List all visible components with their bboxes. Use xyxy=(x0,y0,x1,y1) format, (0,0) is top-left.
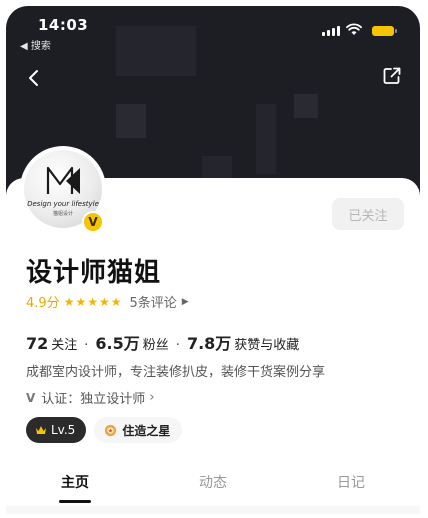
tab-diary[interactable]: 日记 xyxy=(282,468,420,508)
share-icon[interactable] xyxy=(382,66,402,86)
profile-tabs: 主页 动态 日记 xyxy=(6,468,420,508)
back-to-search-link[interactable]: ◀ 搜索 xyxy=(20,37,51,52)
star-icon: ★ xyxy=(87,294,98,309)
star-icon: ★ xyxy=(63,294,75,309)
verified-v-icon: V xyxy=(26,390,36,405)
fans-label: 粉丝 xyxy=(142,338,169,353)
avatar-logo-text: Design your lifestyle xyxy=(27,200,99,208)
status-time: 14:03 xyxy=(38,16,89,34)
level-badge[interactable]: Lv.5 xyxy=(26,417,87,443)
star-icon: ★ xyxy=(110,294,122,309)
tab-activity[interactable]: 动态 xyxy=(144,468,282,508)
rating-row[interactable]: 4.9分 ★ ★ ★ ★ ★ 5条评论 ▶ xyxy=(26,292,189,312)
signal-icon xyxy=(322,26,340,36)
certification-link[interactable]: V 认证：独立设计师 › xyxy=(26,388,155,407)
reviews-link[interactable]: 5条评论 xyxy=(130,292,177,311)
stats-separator: · xyxy=(175,338,180,353)
certification-text: 认证：独立设计师 xyxy=(41,392,146,407)
tab-home[interactable]: 主页 xyxy=(6,468,144,508)
level-badge-label: Lv.5 xyxy=(51,423,76,437)
fans-count[interactable]: 6.5万 xyxy=(95,330,139,354)
wifi-icon xyxy=(346,23,362,35)
crown-icon xyxy=(36,426,46,434)
brand-logo-icon xyxy=(46,166,80,194)
star-designer-badge[interactable]: 住造之星 xyxy=(94,417,183,443)
badge-row: Lv.5 住造之星 xyxy=(26,417,183,443)
stats-separator: · xyxy=(84,338,89,353)
battery-icon xyxy=(372,26,397,36)
medal-icon xyxy=(105,424,117,436)
profile-stats: 72 关注 · 6.5万 粉丝 · 7.8万 获赞与收藏 xyxy=(26,330,299,354)
star-designer-label: 住造之星 xyxy=(122,423,171,438)
star-icon: ★ xyxy=(98,294,110,309)
back-arrow-icon[interactable] xyxy=(24,68,44,88)
profile-name: 设计师猫姐 xyxy=(26,258,162,288)
section-divider xyxy=(6,506,420,514)
profile-bio: 成都室内设计师，专注装修扒皮，装修干货案例分享 xyxy=(26,365,326,380)
star-icon: ★ xyxy=(75,294,87,309)
following-count[interactable]: 72 xyxy=(26,334,48,353)
status-bar: 14:03 ◀ 搜索 xyxy=(6,6,420,52)
star-rating: ★ ★ ★ ★ ★ xyxy=(64,295,122,309)
chevron-right-icon: ▶ xyxy=(181,296,189,307)
likes-count[interactable]: 7.8万 xyxy=(187,330,231,354)
profile-screen: 14:03 ◀ 搜索 Design your lifestyle 猫姐设计 V … xyxy=(6,6,420,514)
rating-score: 4.9分 xyxy=(26,296,60,311)
likes-label: 获赞与收藏 xyxy=(234,338,300,353)
chevron-right-icon: › xyxy=(149,390,155,405)
verified-badge: V xyxy=(82,211,104,233)
following-label: 关注 xyxy=(51,338,78,353)
followed-button[interactable]: 已关注 xyxy=(332,198,404,230)
